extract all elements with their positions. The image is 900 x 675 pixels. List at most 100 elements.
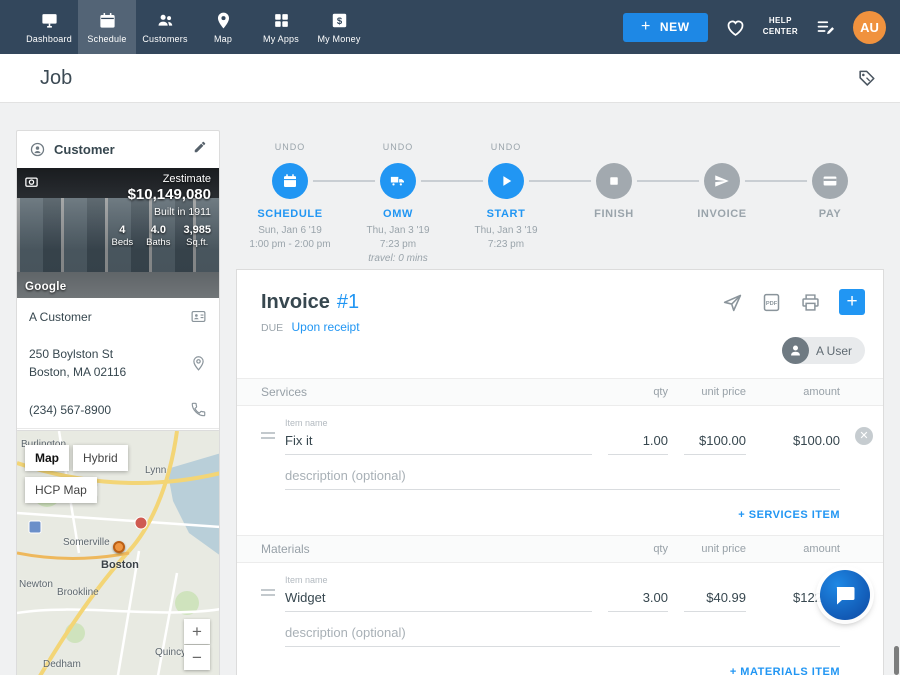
svg-text:$: $ bbox=[336, 15, 342, 26]
print-icon[interactable] bbox=[800, 292, 821, 313]
map-view-button[interactable]: Map bbox=[25, 445, 69, 471]
service-name-input[interactable] bbox=[285, 428, 592, 455]
user-avatar[interactable]: AU bbox=[853, 11, 886, 44]
material-item-row: Item name $122.97 ✕ bbox=[237, 563, 883, 612]
zestimate-label: Zestimate bbox=[112, 173, 211, 185]
nav-label: My Apps bbox=[263, 34, 299, 44]
drag-handle-icon[interactable] bbox=[261, 586, 275, 599]
pdf-icon[interactable]: PDF bbox=[761, 292, 782, 313]
nav-item-my-apps[interactable]: My Apps bbox=[252, 0, 310, 54]
amount-column-header: amount bbox=[762, 543, 840, 555]
customer-card: Customer Zestimate $10,149,080 Built in … bbox=[16, 130, 220, 468]
help-center-link[interactable]: HELP CENTER bbox=[763, 16, 798, 38]
step-time: 1:00 pm - 2:00 pm bbox=[236, 238, 344, 252]
material-name-input[interactable] bbox=[285, 585, 592, 612]
top-nav: Dashboard Schedule Customers Map My Apps… bbox=[0, 0, 900, 54]
service-qty-input[interactable] bbox=[608, 428, 668, 455]
step-date: Sun, Jan 6 '19 bbox=[236, 224, 344, 238]
due-terms-link[interactable]: Upon receipt bbox=[292, 320, 360, 334]
service-description-row bbox=[237, 455, 883, 490]
step-time: 7:23 pm bbox=[344, 238, 452, 252]
step-time: 7:23 pm bbox=[452, 238, 560, 252]
map-marker[interactable] bbox=[113, 541, 125, 553]
invoice-number[interactable]: #1 bbox=[337, 291, 359, 314]
step-omw: UNDO OMW Thu, Jan 3 '19 7:23 pm travel: … bbox=[344, 104, 452, 269]
step-date: Thu, Jan 3 '19 bbox=[452, 224, 560, 238]
map-card: Burlington Lynn Somerville Boston Newton… bbox=[16, 430, 220, 675]
remove-service-item-button[interactable]: ✕ bbox=[855, 427, 873, 445]
add-services-item-link[interactable]: + SERVICES ITEM bbox=[237, 490, 883, 535]
edit-customer-button[interactable] bbox=[193, 140, 207, 159]
address-line2: Boston, MA 02116 bbox=[29, 363, 126, 381]
invoice-card: Invoice #1 PDF + DUE Upon receipt bbox=[236, 269, 884, 675]
send-invoice-icon[interactable] bbox=[722, 292, 743, 313]
omw-step-button[interactable] bbox=[380, 163, 416, 199]
street-view-icon bbox=[24, 174, 39, 194]
checklist-edit-icon[interactable] bbox=[815, 17, 836, 38]
hybrid-view-button[interactable]: Hybrid bbox=[73, 445, 128, 471]
new-button-label: NEW bbox=[660, 20, 690, 34]
start-step-button[interactable] bbox=[488, 163, 524, 199]
truck-icon bbox=[389, 172, 407, 190]
finish-step-button[interactable] bbox=[596, 163, 632, 199]
nav-item-schedule[interactable]: Schedule bbox=[78, 0, 136, 54]
material-description-input[interactable] bbox=[285, 620, 840, 647]
invoice-step-button[interactable] bbox=[704, 163, 740, 199]
add-materials-item-link[interactable]: + MATERIALS ITEM bbox=[237, 647, 883, 675]
customer-card-header: Customer bbox=[17, 131, 219, 168]
undo-start-button[interactable]: UNDO bbox=[452, 142, 560, 152]
person-icon bbox=[788, 343, 803, 358]
material-qty-input[interactable] bbox=[608, 585, 668, 612]
nav-item-map[interactable]: Map bbox=[194, 0, 252, 54]
phone-icon bbox=[190, 401, 207, 418]
referral-heart-icon[interactable] bbox=[725, 17, 746, 38]
amount-column-header: amount bbox=[762, 386, 840, 398]
drag-handle-icon[interactable] bbox=[261, 429, 275, 442]
services-title: Services bbox=[261, 385, 608, 399]
assignee-name: A User bbox=[816, 344, 852, 358]
step-dates: Thu, Jan 3 '19 7:23 pm bbox=[452, 224, 560, 252]
nav-label: My Money bbox=[317, 34, 360, 44]
scrollbar-thumb[interactable] bbox=[894, 646, 899, 675]
nav-item-customers[interactable]: Customers bbox=[136, 0, 194, 54]
unit-price-column-header: unit price bbox=[684, 386, 746, 398]
customer-address: 250 Boylston St Boston, MA 02116 bbox=[29, 345, 126, 381]
step-schedule: UNDO SCHEDULE Sun, Jan 6 '19 1:00 pm - 2… bbox=[236, 104, 344, 269]
zoom-out-button[interactable]: − bbox=[184, 645, 210, 670]
step-dates: Thu, Jan 3 '19 7:23 pm travel: 0 mins bbox=[344, 224, 452, 266]
hcp-map-button[interactable]: HCP Map bbox=[25, 477, 97, 503]
nav-item-my-money[interactable]: $ My Money bbox=[310, 0, 368, 54]
map-icon bbox=[214, 11, 233, 30]
job-tag-icon[interactable] bbox=[857, 69, 876, 88]
add-invoice-button[interactable]: + bbox=[839, 289, 865, 315]
invoice-title: Invoice bbox=[261, 291, 330, 314]
credit-card-icon bbox=[821, 172, 839, 190]
new-button[interactable]: + NEW bbox=[623, 13, 708, 42]
step-finish: FINISH bbox=[560, 104, 668, 269]
item-name-label: Item name bbox=[285, 575, 592, 585]
stat-value: 4.0 bbox=[146, 224, 170, 236]
stat-baths: 4.0 Baths bbox=[146, 224, 170, 248]
due-label: DUE bbox=[261, 322, 283, 334]
customer-card-title: Customer bbox=[54, 142, 185, 157]
nav-item-dashboard[interactable]: Dashboard bbox=[20, 0, 78, 54]
customer-address-row: 250 Boylston St Boston, MA 02116 bbox=[17, 335, 219, 391]
due-row: DUE Upon receipt bbox=[261, 320, 865, 334]
dashboard-icon bbox=[40, 11, 59, 30]
undo-omw-button[interactable]: UNDO bbox=[344, 142, 452, 152]
service-unit-price-input[interactable] bbox=[684, 428, 746, 455]
page-title: Job bbox=[40, 67, 72, 90]
zoom-in-button[interactable]: + bbox=[184, 619, 210, 644]
service-description-input[interactable] bbox=[285, 463, 840, 490]
step-dates: Sun, Jan 6 '19 1:00 pm - 2:00 pm bbox=[236, 224, 344, 252]
undo-schedule-button[interactable]: UNDO bbox=[236, 142, 344, 152]
services-header: Services qty unit price amount bbox=[237, 378, 883, 406]
assignee-avatar bbox=[782, 337, 809, 364]
assignee-chip[interactable]: A User bbox=[782, 337, 865, 364]
schedule-step-button[interactable] bbox=[272, 163, 308, 199]
content-area: Customer Zestimate $10,149,080 Built in … bbox=[0, 104, 900, 675]
chat-bubble-button[interactable] bbox=[820, 570, 870, 620]
material-unit-price-input[interactable] bbox=[684, 585, 746, 612]
pay-step-button[interactable] bbox=[812, 163, 848, 199]
invoice-header: Invoice #1 PDF + DUE Upon receipt bbox=[237, 270, 883, 364]
